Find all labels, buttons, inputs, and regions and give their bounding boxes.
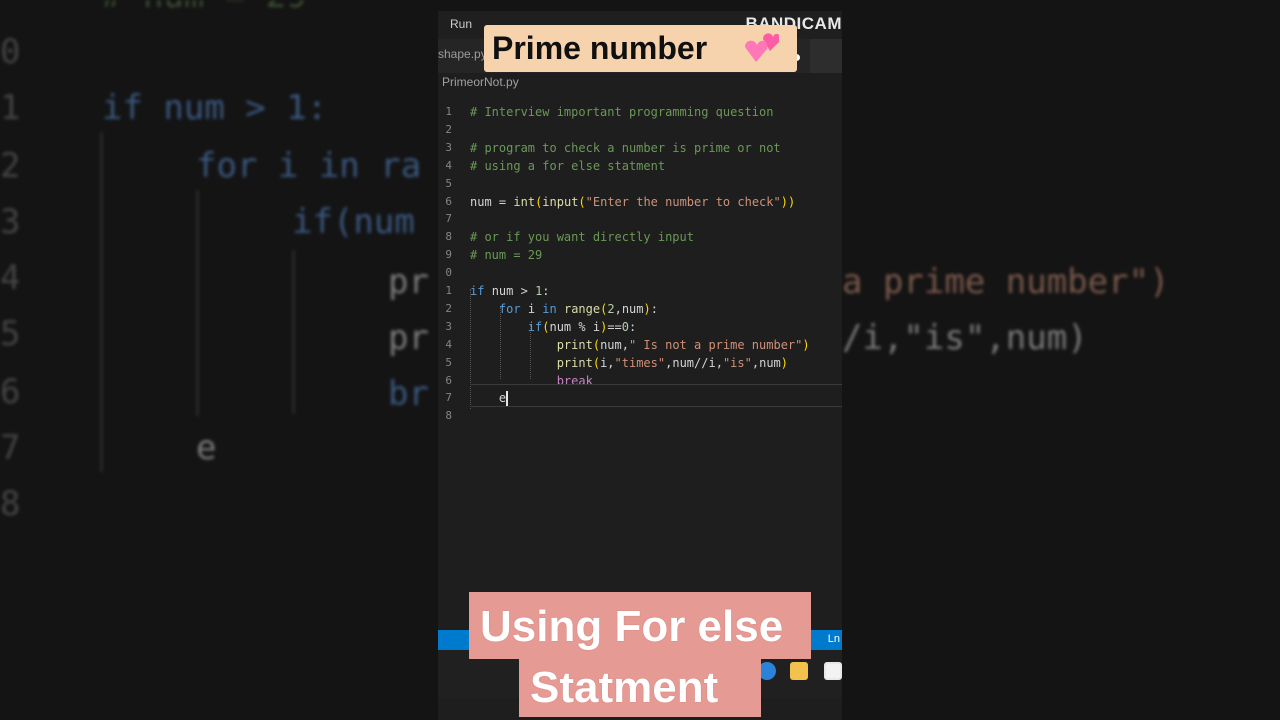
store-icon[interactable] — [824, 662, 842, 680]
background-zoom-left: 0 1 2 3 4 5 6 7 8 # num = 29 if num > 1:… — [0, 0, 438, 720]
bg-line-number: 7 — [0, 428, 21, 468]
bg-line-number: 8 — [0, 484, 21, 524]
bg-code-line: /i,"is",num) — [842, 318, 1088, 358]
line-number: 8 — [445, 409, 452, 423]
background-zoom-right: a prime number") /i,"is",num) — [842, 0, 1280, 720]
folder-icon[interactable] — [790, 662, 808, 680]
bg-indent-guide — [100, 132, 103, 472]
bg-code-line: if(num — [292, 202, 415, 242]
line-number: 0 — [445, 266, 452, 280]
line-number: 3 — [445, 140, 452, 154]
breadcrumb[interactable]: PrimeorNot.py — [442, 75, 519, 89]
line-number: 6 — [445, 194, 452, 208]
code-line[interactable]: 7 — [438, 210, 842, 228]
code-line[interactable]: 6 num = int(input("Enter the number to ch… — [438, 193, 842, 211]
menu-run[interactable]: Run — [450, 17, 472, 31]
bg-line-number: 1 — [0, 88, 21, 128]
code-line[interactable]: 1 # Interview important programming quest… — [438, 103, 842, 121]
caption-line-1: Using For else — [480, 602, 784, 651]
line-number: 4 — [445, 158, 452, 172]
code-text[interactable]: print(num," Is not a prime number") — [470, 336, 810, 354]
line-number: 8 — [445, 230, 452, 244]
title-overlay: Prime number — [484, 25, 797, 72]
code-line[interactable]: 4 print(num," Is not a prime number") — [438, 336, 842, 354]
bg-line-number: 2 — [0, 146, 21, 186]
tab-actions[interactable] — [810, 39, 842, 73]
bg-line-number: 5 — [0, 314, 21, 354]
caption-line-2: Statment — [530, 663, 719, 712]
code-text[interactable]: # program to check a number is prime or … — [470, 139, 781, 157]
tab-shape-py[interactable]: shape.py — [438, 47, 487, 61]
code-line[interactable]: 5 print(i,"times",num//i,"is",num) — [438, 354, 842, 372]
code-line[interactable]: 7 e — [438, 389, 842, 407]
title-overlay-text: Prime number — [492, 30, 708, 66]
code-line[interactable]: 3 if(num % i)==0: — [438, 318, 842, 336]
bg-code-line: a prime number") — [842, 262, 1170, 302]
bg-code-line: if num > 1: — [102, 88, 328, 128]
code-text[interactable]: num = int(input("Enter the number to che… — [470, 193, 795, 211]
line-number: 9 — [445, 248, 452, 262]
two-hearts-icon — [745, 33, 779, 62]
code-line[interactable]: 4 # using a for else statment — [438, 157, 842, 175]
code-text[interactable]: break — [470, 372, 593, 390]
line-number: 5 — [445, 355, 452, 369]
line-number: 7 — [445, 212, 452, 226]
code-text[interactable]: # using a for else statment — [470, 157, 665, 175]
video-frame: 0 1 2 3 4 5 6 7 8 # num = 29 if num > 1:… — [0, 0, 1280, 720]
text-cursor — [506, 391, 508, 406]
line-number: 6 — [445, 373, 452, 387]
current-line-border — [470, 406, 842, 407]
line-number: 3 — [445, 319, 452, 333]
code-text[interactable]: print(i,"times",num//i,"is",num) — [470, 354, 788, 372]
bg-line-number: 4 — [0, 258, 21, 298]
line-number: 4 — [445, 337, 452, 351]
line-number: 5 — [445, 176, 452, 190]
line-number: 1 — [445, 105, 452, 118]
code-line[interactable]: 6 break — [438, 372, 842, 390]
bg-code-fragment: pr — [388, 318, 429, 358]
bg-code-line: # num = 29 — [102, 0, 307, 16]
code-text[interactable]: # num = 29 — [470, 246, 542, 264]
code-line[interactable]: 1 if num > 1: — [438, 282, 842, 300]
code-text[interactable]: # Interview important programming questi… — [470, 103, 773, 121]
line-number: 2 — [445, 301, 452, 315]
status-line-col[interactable]: Ln — [828, 633, 840, 645]
current-line-border — [470, 384, 842, 385]
bg-indent-guide — [196, 190, 199, 416]
bg-code-fragment: pr — [388, 262, 429, 302]
code-line[interactable]: 5 — [438, 175, 842, 193]
caption-line-2-box: Statment — [519, 655, 761, 717]
line-number: 1 — [445, 284, 452, 297]
code-text[interactable]: e — [470, 389, 506, 407]
code-line[interactable]: 8 — [438, 407, 842, 425]
line-number: 7 — [445, 391, 452, 405]
code-line[interactable]: 8 # or if you want directly input — [438, 228, 842, 246]
bg-code-line: e — [196, 428, 217, 468]
code-text[interactable]: for i in range(2,num): — [470, 300, 658, 318]
code-text[interactable]: # or if you want directly input — [470, 228, 694, 246]
bg-line-number: 0 — [0, 32, 21, 72]
code-text[interactable]: if num > 1: — [470, 282, 550, 300]
code-line[interactable]: 2 — [438, 121, 842, 139]
code-text[interactable]: if(num % i)==0: — [470, 318, 636, 336]
caption-line-1-box: Using For else — [469, 592, 811, 659]
code-line[interactable]: 3 # program to check a number is prime or… — [438, 139, 842, 157]
bg-code-fragment: br — [388, 374, 429, 414]
bg-indent-guide — [292, 250, 295, 414]
code-line[interactable]: 2 for i in range(2,num): — [438, 300, 842, 318]
bg-line-number: 6 — [0, 372, 21, 412]
bg-line-number: 3 — [0, 202, 21, 242]
code-editor[interactable]: 1 # Interview important programming quest… — [438, 93, 842, 423]
bg-code-line: for i in ra — [196, 146, 422, 186]
line-number: 2 — [445, 122, 452, 136]
code-line[interactable]: 0 — [438, 264, 842, 282]
code-line[interactable]: 9 # num = 29 — [438, 246, 842, 264]
